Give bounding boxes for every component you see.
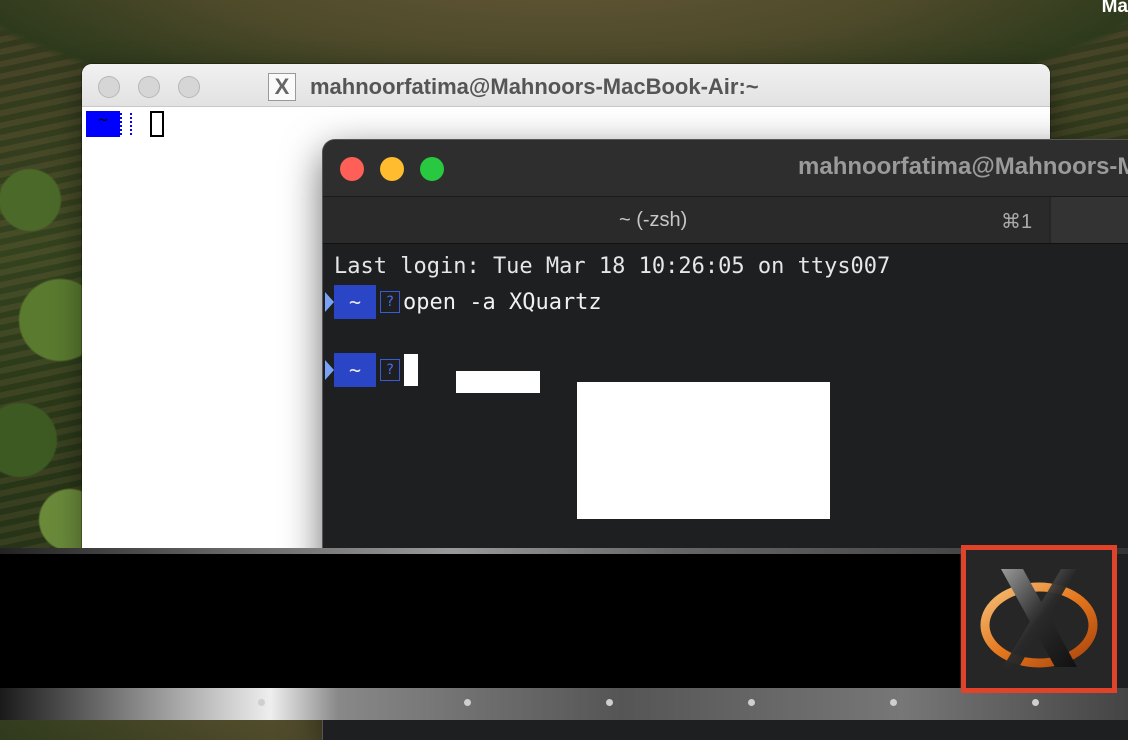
terminal-title-bar[interactable]: mahnoorfatima@Mahnoors-MacBook-Air:~ — [323, 140, 1128, 196]
xterm-minimize-button[interactable] — [138, 76, 160, 98]
terminal-title: mahnoorfatima@Mahnoors-MacBook-Air:~ — [798, 153, 1128, 180]
desktop-wallpaper-trees — [0, 120, 90, 550]
xterm-prompt: ~ — [86, 111, 164, 137]
tab-bar: ~ (-zsh) ⌘1 — [323, 196, 1128, 244]
xterm-prompt-dir: ~ — [86, 111, 120, 137]
xterm-zoom-button[interactable] — [178, 76, 200, 98]
xquartz-dock-item[interactable] — [961, 545, 1117, 693]
dock-running-indicator — [258, 699, 265, 706]
prompt-dir: ~ — [334, 353, 376, 387]
dock-background — [0, 554, 960, 688]
xterm-prompt-separator — [120, 113, 132, 135]
command-text: open -a XQuartz — [403, 289, 602, 315]
dock — [0, 545, 1128, 720]
dock-running-indicator — [464, 699, 471, 706]
tab-label: ~ (-zsh) — [619, 209, 688, 231]
redacted-region — [456, 371, 540, 393]
tab-zsh[interactable]: ~ (-zsh) ⌘1 — [323, 197, 1049, 243]
minimize-button[interactable] — [380, 157, 404, 181]
menu-bar-text: Ma — [1101, 0, 1128, 17]
dock-running-indicator — [890, 699, 897, 706]
zoom-button[interactable] — [420, 157, 444, 181]
tab-shortcut: ⌘1 — [1001, 211, 1033, 233]
x11-icon: X — [268, 73, 296, 101]
xquartz-icon[interactable] — [979, 563, 1099, 675]
prompt-line-1: ~ ? open -a XQuartz — [323, 285, 602, 319]
xterm-title-bar[interactable]: X mahnoorfatima@Mahnoors-MacBook-Air:~ — [82, 64, 1050, 107]
terminal-cursor[interactable] — [404, 354, 418, 386]
xterm-cursor[interactable] — [150, 111, 164, 137]
prompt-dir: ~ — [334, 285, 376, 319]
dock-running-indicator — [748, 699, 755, 706]
prompt-line-2: ~ ? — [323, 353, 418, 387]
tab-overflow[interactable] — [1051, 197, 1128, 243]
dock-shelf — [0, 688, 1128, 720]
last-login-line: Last login: Tue Mar 18 10:26:05 on ttys0… — [334, 254, 891, 279]
prompt-arrow-icon — [325, 360, 334, 380]
dock-running-indicator — [606, 699, 613, 706]
close-button[interactable] — [340, 157, 364, 181]
prompt-status-badge: ? — [380, 291, 400, 313]
redacted-region — [577, 382, 830, 519]
prompt-arrow-icon — [325, 292, 334, 312]
xterm-title: mahnoorfatima@Mahnoors-MacBook-Air:~ — [310, 74, 759, 99]
prompt-status-badge: ? — [380, 359, 400, 381]
xterm-close-button[interactable] — [98, 76, 120, 98]
dock-running-indicator — [1032, 699, 1039, 706]
